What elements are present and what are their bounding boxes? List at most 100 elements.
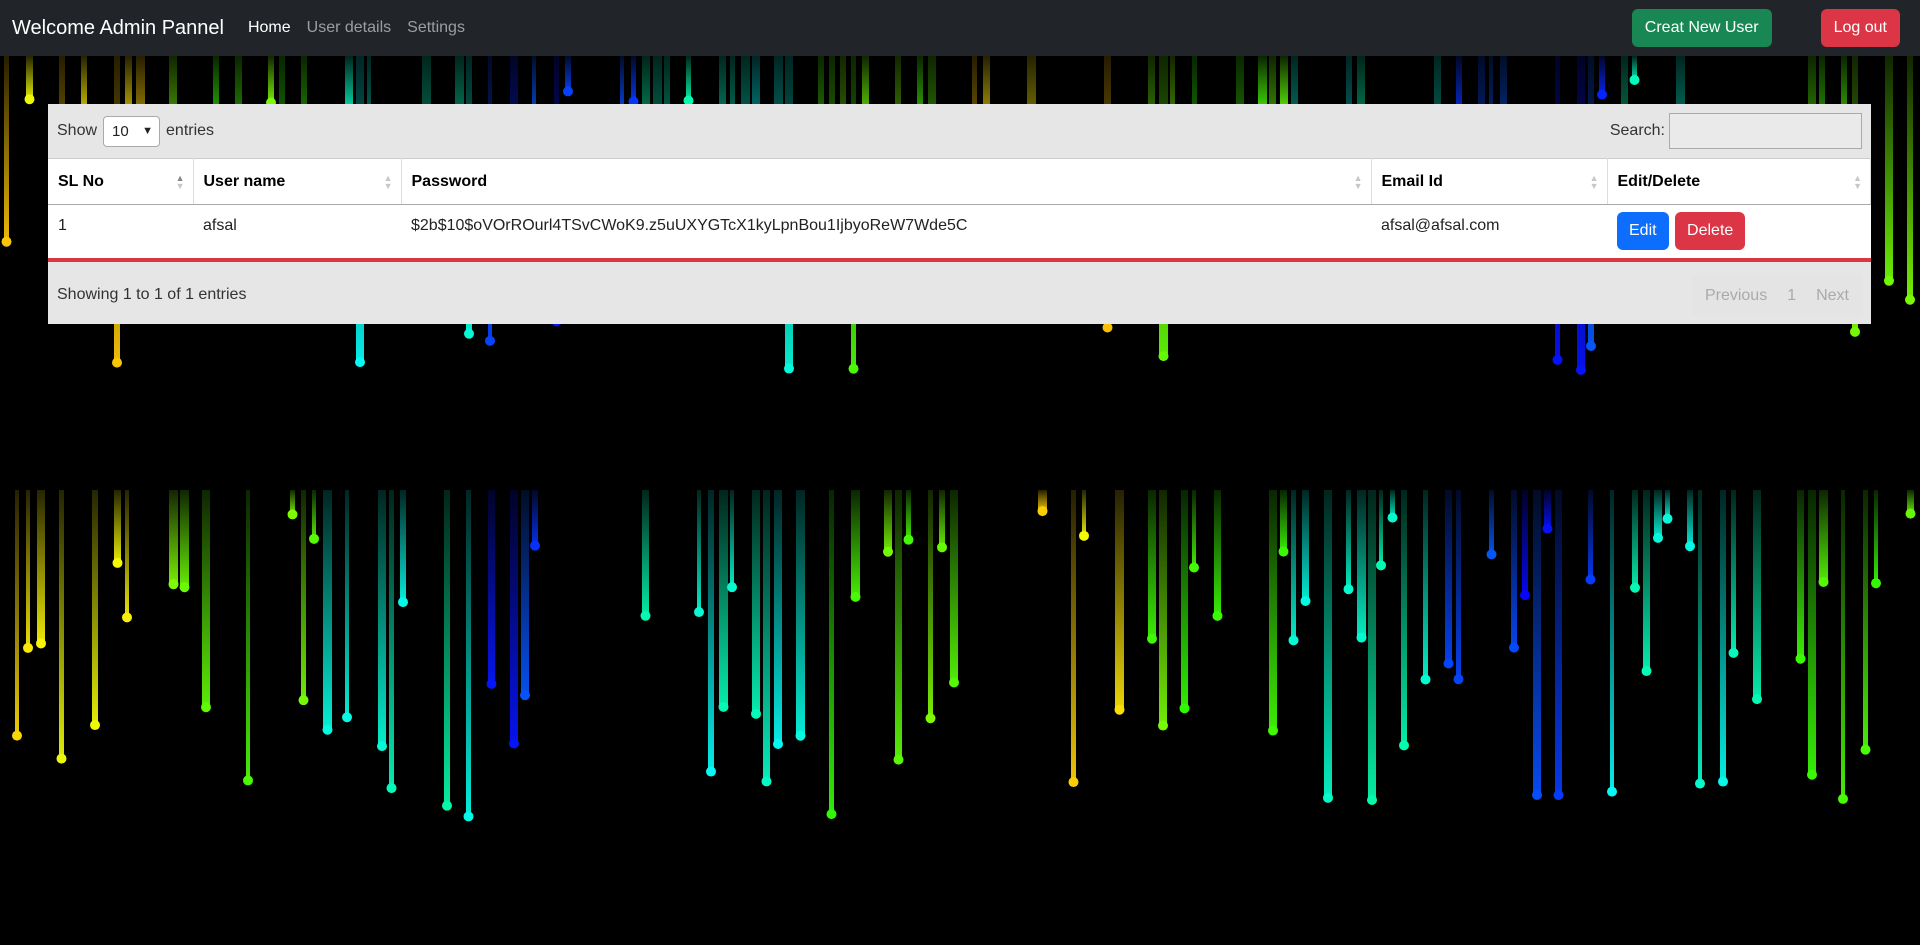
cell-email: afsal@afsal.com (1371, 204, 1607, 262)
column-header-label: Password (411, 172, 488, 190)
rain-drop (1278, 546, 1289, 557)
entries-label: entries (166, 122, 215, 139)
rain-drop (925, 713, 936, 724)
rain-drip (1863, 490, 1868, 750)
rain-drip (1379, 490, 1383, 566)
rain-drop (1641, 666, 1652, 677)
rain-drip (1214, 490, 1221, 616)
search-input[interactable] (1669, 113, 1862, 149)
column-header-password[interactable]: Password ▲ ▼ (401, 158, 1372, 205)
column-header-label: Edit/Delete (1617, 172, 1701, 190)
rain-drop (486, 678, 497, 689)
rain-drop (1795, 653, 1806, 664)
column-header-user-name[interactable]: User name ▲ ▼ (193, 158, 402, 205)
rain-drop (377, 741, 387, 752)
rain-drip (1720, 490, 1726, 782)
rain-drop (287, 509, 298, 520)
rain-drop (1, 236, 12, 247)
rain-drip (301, 490, 306, 701)
show-label: Show (57, 122, 98, 139)
rain-drip (92, 490, 98, 726)
rain-drop (1838, 793, 1848, 804)
rain-drip (763, 490, 770, 782)
rain-drip (1181, 490, 1188, 709)
create-new-user-button[interactable]: Creat New User (1631, 9, 1772, 47)
rain-drip (521, 490, 529, 696)
rain-drop (1850, 326, 1860, 337)
cell-username: afsal (193, 204, 401, 262)
nav-link-settings[interactable]: Settings (407, 19, 465, 37)
edit-button[interactable]: Edit (1617, 212, 1669, 251)
rain-drop (112, 557, 123, 568)
rain-drip (180, 490, 189, 588)
rain-drip (1555, 490, 1562, 796)
sort-icon: ▲ ▼ (1353, 172, 1363, 191)
rain-drop (1037, 506, 1048, 517)
rain-drip (1753, 490, 1761, 700)
rain-drop (1158, 351, 1169, 362)
rain-drop (509, 738, 519, 749)
rain-drip (1324, 490, 1332, 798)
rain-drip (1808, 490, 1816, 775)
rain-drop (751, 708, 761, 719)
entries-select[interactable]: 10 ▼ (103, 115, 161, 147)
cell-actions: Edit Delete (1607, 204, 1871, 262)
rain-drop (784, 363, 794, 374)
rain-drip (950, 490, 958, 683)
rain-drip (1445, 490, 1452, 664)
rain-drip (532, 490, 538, 546)
rain-drop (112, 357, 122, 368)
rain-drop (1552, 354, 1563, 365)
rain-drip (37, 490, 45, 644)
rain-drop (243, 775, 253, 786)
column-header-sl-no[interactable]: SL No ▲ ▼ (48, 158, 194, 205)
rain-drop (1685, 541, 1695, 552)
rain-drop (442, 800, 452, 811)
rain-drip (1082, 490, 1086, 536)
rain-drop (1818, 576, 1829, 587)
rain-drop (1905, 294, 1915, 305)
rain-drop (1553, 790, 1564, 801)
rain-drop (1300, 595, 1311, 606)
rain-drop (1189, 562, 1199, 573)
nav-link-home[interactable]: Home (248, 19, 291, 37)
rain-drop (773, 739, 783, 750)
rain-drop (1158, 720, 1168, 731)
delete-button[interactable]: Delete (1675, 212, 1746, 251)
rain-drop (893, 754, 904, 765)
rain-drop (1356, 632, 1367, 643)
rain-drop (342, 712, 352, 723)
rain-drop (1905, 508, 1916, 519)
rain-drop (90, 720, 100, 731)
table-info: Showing 1 to 1 of 1 entries (57, 285, 247, 303)
rain-drop (1576, 364, 1586, 375)
rain-drop (398, 597, 408, 608)
page-1-button[interactable]: 1 (1780, 274, 1804, 315)
rain-drip (1544, 490, 1551, 529)
previous-page-button[interactable]: Previous (1691, 274, 1781, 315)
rain-drip (1841, 490, 1845, 799)
rain-drip (1874, 490, 1878, 584)
logout-button[interactable]: Log out (1820, 9, 1900, 47)
rain-drip (1401, 490, 1407, 746)
nav-link-user-details[interactable]: User details (307, 19, 391, 37)
rain-drop (1752, 694, 1762, 705)
rain-drip (1907, 56, 1913, 300)
rain-drop (1597, 89, 1607, 100)
rain-drop (640, 610, 651, 621)
next-page-button[interactable]: Next (1803, 274, 1862, 315)
column-header-edit-delete[interactable]: Edit/Delete ▲ ▼ (1607, 158, 1871, 205)
rain-drip (1819, 490, 1828, 582)
search-control: Search: (1610, 113, 1862, 149)
rain-drop (355, 357, 365, 368)
rain-drop (1532, 790, 1542, 801)
rain-drop (1179, 703, 1190, 714)
rain-drop (1871, 578, 1881, 589)
rain-drop (1653, 532, 1663, 543)
rain-drop (1542, 523, 1553, 534)
entries-select-value: 10 (112, 122, 129, 140)
rain-drip (906, 490, 911, 540)
column-header-email-id[interactable]: Email Id ▲ ▼ (1371, 158, 1608, 205)
rain-drip (752, 490, 760, 714)
rain-drop (23, 642, 33, 653)
